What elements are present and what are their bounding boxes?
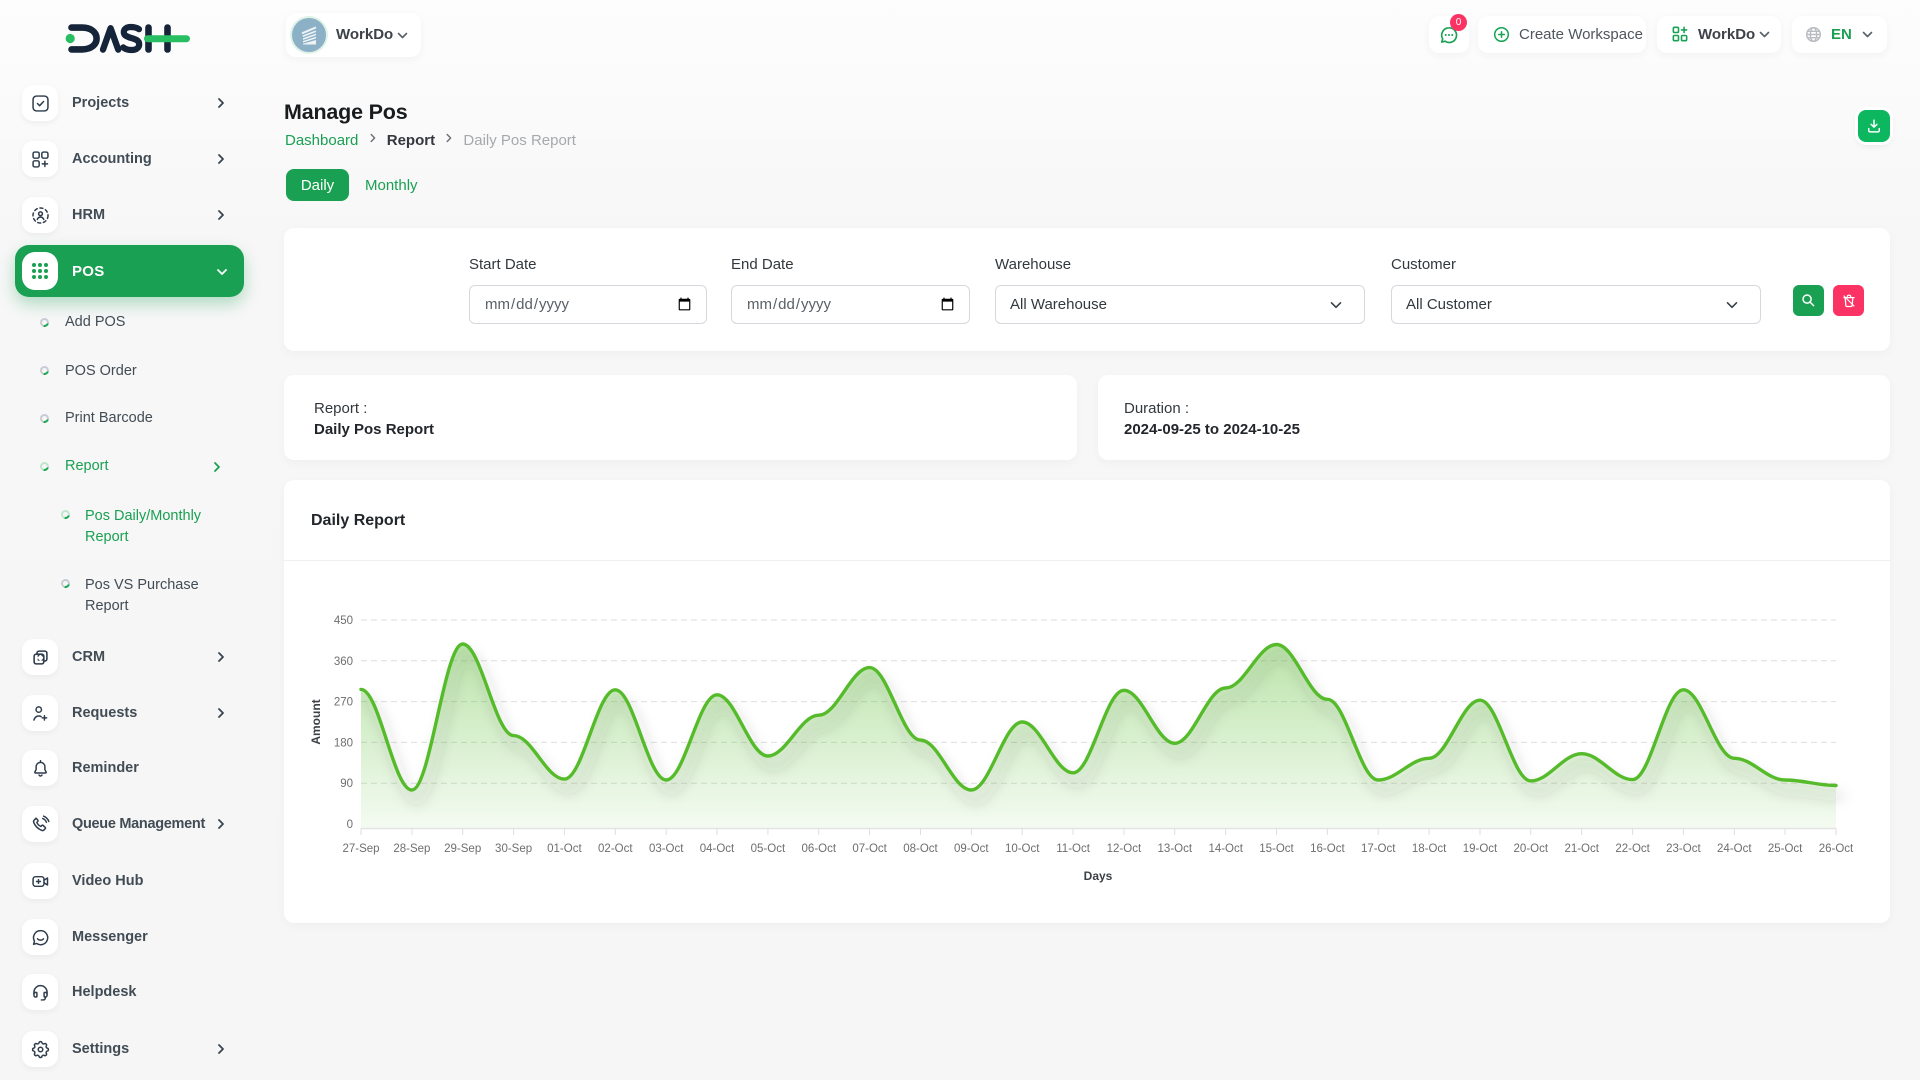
svg-text:270: 270 <box>334 697 353 709</box>
svg-text:22-Oct: 22-Oct <box>1615 843 1650 855</box>
svg-text:15-Oct: 15-Oct <box>1259 843 1294 855</box>
svg-text:07-Oct: 07-Oct <box>852 843 887 855</box>
svg-text:25-Oct: 25-Oct <box>1768 843 1803 855</box>
svg-text:360: 360 <box>334 656 353 668</box>
svg-text:12-Oct: 12-Oct <box>1107 843 1142 855</box>
svg-text:450: 450 <box>334 615 353 627</box>
svg-text:90: 90 <box>340 778 353 790</box>
svg-text:21-Oct: 21-Oct <box>1564 843 1599 855</box>
svg-text:24-Oct: 24-Oct <box>1717 843 1752 855</box>
svg-text:05-Oct: 05-Oct <box>751 843 786 855</box>
svg-text:08-Oct: 08-Oct <box>903 843 938 855</box>
svg-text:30-Sep: 30-Sep <box>495 843 532 855</box>
svg-text:19-Oct: 19-Oct <box>1463 843 1498 855</box>
svg-text:Days: Days <box>1084 869 1113 883</box>
svg-text:Amount: Amount <box>309 699 323 744</box>
svg-text:14-Oct: 14-Oct <box>1208 843 1243 855</box>
svg-text:06-Oct: 06-Oct <box>802 843 837 855</box>
svg-text:09-Oct: 09-Oct <box>954 843 989 855</box>
svg-text:18-Oct: 18-Oct <box>1412 843 1447 855</box>
svg-text:17-Oct: 17-Oct <box>1361 843 1396 855</box>
svg-text:29-Sep: 29-Sep <box>444 843 481 855</box>
svg-text:13-Oct: 13-Oct <box>1158 843 1193 855</box>
svg-text:02-Oct: 02-Oct <box>598 843 633 855</box>
svg-text:04-Oct: 04-Oct <box>700 843 735 855</box>
svg-text:01-Oct: 01-Oct <box>547 843 582 855</box>
svg-text:20-Oct: 20-Oct <box>1514 843 1549 855</box>
svg-text:11-Oct: 11-Oct <box>1056 843 1090 855</box>
svg-text:28-Sep: 28-Sep <box>393 843 430 855</box>
svg-text:23-Oct: 23-Oct <box>1666 843 1701 855</box>
svg-text:180: 180 <box>334 737 353 749</box>
svg-text:26-Oct: 26-Oct <box>1819 843 1854 855</box>
svg-text:16-Oct: 16-Oct <box>1310 843 1345 855</box>
svg-text:03-Oct: 03-Oct <box>649 843 684 855</box>
svg-text:10-Oct: 10-Oct <box>1005 843 1040 855</box>
svg-text:0: 0 <box>347 819 353 831</box>
svg-text:27-Sep: 27-Sep <box>342 843 379 855</box>
